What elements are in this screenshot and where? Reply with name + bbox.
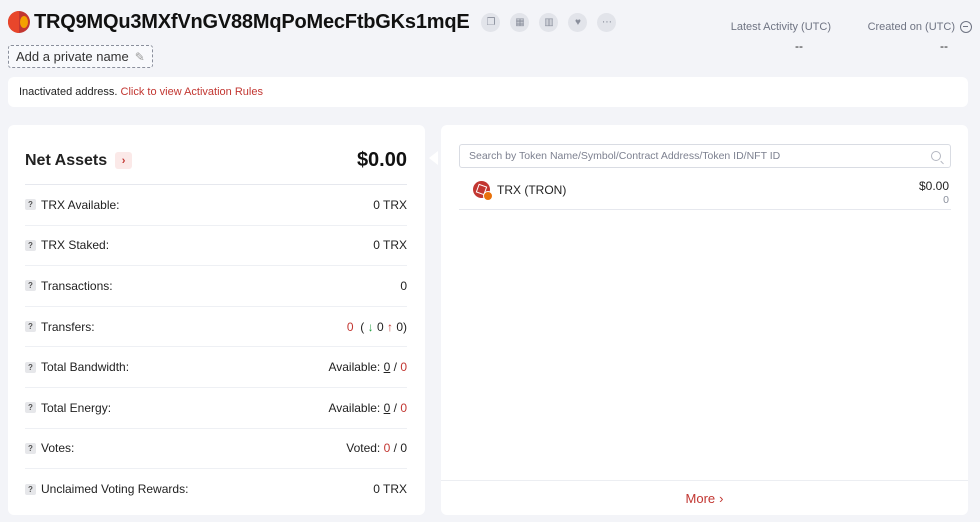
more-icon[interactable]: ⋯ (597, 12, 617, 32)
bandwidth-value: Available: 0 / 0 (328, 360, 407, 375)
energy-total[interactable]: 0 (400, 401, 407, 415)
transactions-row: ? Transactions: 0 (25, 266, 407, 307)
transfers-total[interactable]: 0 (347, 320, 354, 334)
net-assets-value: $0.00 (356, 149, 407, 171)
votes-voted[interactable]: 0 (384, 441, 391, 455)
help-icon[interactable]: ? (25, 483, 36, 495)
add-private-name-button[interactable]: Add a private name ✎ (8, 45, 153, 68)
votes-prefix: Voted: (346, 441, 381, 456)
transfers-out: 0 (396, 319, 403, 334)
pencil-icon: ✎ (134, 49, 145, 64)
token-search-input[interactable]: Search by Token Name/Symbol/Contract Add… (459, 144, 951, 168)
rewards-value: 0 TRX (373, 482, 407, 497)
bandwidth-total[interactable]: 0 (400, 360, 407, 374)
clock-icon[interactable] (960, 21, 972, 33)
net-assets-card: Net Assets › $0.00 ? TRX Available: 0 TRX… (8, 125, 425, 515)
votes-row: ? Votes: Voted: 0 / 0 (25, 429, 407, 470)
arrow-up-icon: ↑ (386, 319, 393, 334)
activation-rules-link[interactable]: Click to view Activation Rules (121, 86, 263, 98)
copy-icon[interactable]: ❐ (481, 12, 501, 32)
heart-icon[interactable]: ♥ (568, 12, 588, 32)
transactions-label: Transactions: (41, 278, 113, 293)
trx-token-icon (473, 181, 493, 201)
address-tools: ❐ ▦ ▥ ♥ ⋯ (481, 12, 617, 32)
chart-icon[interactable]: ▥ (539, 12, 559, 32)
account-address: TRQ9MQu3MXfVnGV88MqPoMecFtbGKs1mqE (34, 10, 470, 33)
transfers-row: ? Transfers: 0 ( ↓ 0 ↑ 0) (25, 307, 407, 348)
help-icon[interactable]: ? (25, 321, 36, 333)
energy-prefix: Available: (328, 400, 381, 415)
arrow-down-icon: ↓ (367, 319, 374, 334)
more-label: More (685, 490, 716, 506)
created-on: Created on (UTC) -- (852, 21, 972, 53)
inactivated-notice: Inactivated address. Click to view Activ… (8, 77, 968, 107)
help-icon[interactable]: ? (25, 402, 36, 414)
token-name: TRX (TRON) (497, 182, 567, 197)
bandwidth-row: ? Total Bandwidth: Available: 0 / 0 (25, 347, 407, 388)
trx-available-value: 0 TRX (373, 197, 407, 212)
token-amount: 0 (943, 194, 949, 206)
trx-staked-value[interactable]: 0 TRX (373, 238, 407, 252)
transactions-value[interactable]: 0 (400, 279, 407, 293)
energy-value: Available: 0 / 0 (328, 400, 407, 415)
token-list-card: Search by Token Name/Symbol/Contract Add… (441, 125, 968, 515)
trx-available-label: TRX Available: (41, 197, 120, 212)
created-on-value: -- (940, 39, 948, 53)
rewards-label: Unclaimed Voting Rewards: (41, 482, 189, 497)
private-name-label: Add a private name (16, 49, 129, 64)
trx-available-row: ? TRX Available: 0 TRX (25, 185, 407, 226)
help-icon[interactable]: ? (25, 280, 36, 292)
trx-staked-row: ? TRX Staked: 0 TRX (25, 226, 407, 267)
more-button[interactable]: More › (441, 480, 968, 515)
votes-total: 0 (400, 441, 407, 456)
address-header: TRQ9MQu3MXfVnGV88MqPoMecFtbGKs1mqE ❐ ▦ ▥… (8, 8, 972, 68)
transfers-label: Transfers: (41, 319, 95, 334)
bandwidth-prefix: Available: (328, 360, 381, 375)
rewards-row: ? Unclaimed Voting Rewards: 0 TRX (25, 469, 407, 510)
tron-logo-icon (8, 11, 30, 33)
created-on-label: Created on (UTC) (867, 21, 955, 33)
help-icon[interactable]: ? (25, 199, 36, 211)
trx-staked-label: TRX Staked: (41, 238, 110, 253)
token-row[interactable]: TRX (TRON) $0.00 0 (459, 173, 951, 210)
help-icon[interactable]: ? (25, 442, 36, 454)
votes-value: Voted: 0 / 0 (346, 441, 407, 456)
latest-activity-label: Latest Activity (UTC) (730, 21, 831, 33)
energy-available[interactable]: 0 (384, 401, 391, 415)
transfers-value: 0 ( ↓ 0 ↑ 0) (346, 319, 407, 334)
energy-row: ? Total Energy: Available: 0 / 0 (25, 388, 407, 429)
chevron-right-icon[interactable]: › (115, 152, 133, 169)
card-pointer (429, 151, 438, 165)
transfers-in: 0 (376, 319, 384, 334)
search-icon[interactable] (931, 151, 941, 161)
help-icon[interactable]: ? (25, 239, 36, 251)
energy-label: Total Energy: (41, 400, 112, 415)
help-icon[interactable]: ? (25, 361, 36, 373)
qr-code-icon[interactable]: ▦ (510, 12, 530, 32)
net-assets-title: Net Assets (25, 151, 108, 169)
token-value: $0.00 (918, 179, 949, 193)
chevron-right-icon: › (719, 490, 724, 506)
bandwidth-label: Total Bandwidth: (41, 360, 130, 375)
token-search-placeholder: Search by Token Name/Symbol/Contract Add… (469, 150, 781, 162)
latest-activity-value: -- (795, 39, 803, 53)
latest-activity: Latest Activity (UTC) -- (721, 21, 831, 53)
bandwidth-available[interactable]: 0 (384, 360, 391, 374)
notice-text: Inactivated address. (19, 86, 118, 98)
votes-label: Votes: (41, 441, 75, 456)
